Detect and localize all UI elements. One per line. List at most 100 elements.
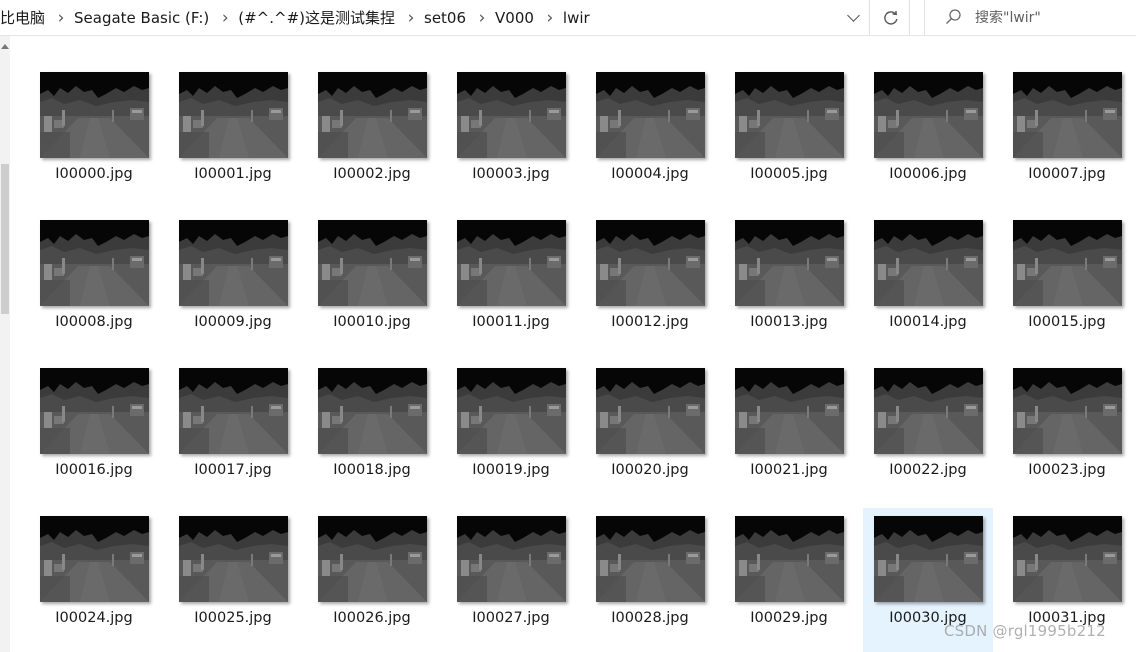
breadcrumb-drive[interactable]: Seagate Basic (F:): [71, 0, 212, 36]
file-thumbnail: [1013, 368, 1122, 454]
file-item[interactable]: I00012.jpg: [585, 212, 715, 358]
breadcrumb-this-pc[interactable]: 比电脑: [0, 0, 48, 36]
thermal-image-preview: [874, 516, 983, 602]
thermal-image-preview: [874, 72, 983, 158]
file-item[interactable]: I00017.jpg: [168, 360, 298, 506]
file-item[interactable]: I00025.jpg: [168, 508, 298, 652]
file-thumbnail: [874, 72, 983, 158]
file-item[interactable]: I00001.jpg: [168, 64, 298, 210]
thermal-image-preview: [735, 220, 844, 306]
address-bar[interactable]: 比电脑 Seagate Basic (F:) (#^.^#)这是测试集捏 set…: [0, 0, 870, 36]
file-name: I00017.jpg: [194, 462, 272, 478]
file-name: I00014.jpg: [889, 314, 967, 330]
breadcrumb-set06[interactable]: set06: [421, 0, 469, 36]
address-history-dropdown[interactable]: [836, 0, 870, 36]
file-item[interactable]: I00016.jpg: [29, 360, 159, 506]
file-item[interactable]: I00008.jpg: [29, 212, 159, 358]
file-name: I00008.jpg: [55, 314, 133, 330]
file-item[interactable]: I00022.jpg: [863, 360, 993, 506]
file-name: I00011.jpg: [472, 314, 550, 330]
file-item[interactable]: I00028.jpg: [585, 508, 715, 652]
thermal-image-preview: [318, 220, 427, 306]
thermal-image-preview: [457, 516, 566, 602]
file-thumbnail: [179, 220, 288, 306]
search-box[interactable]: [924, 0, 1136, 36]
file-item[interactable]: I00013.jpg: [724, 212, 854, 358]
file-item[interactable]: I00007.jpg: [1002, 64, 1132, 210]
thermal-image-preview: [179, 516, 288, 602]
file-item[interactable]: I00026.jpg: [307, 508, 437, 652]
file-thumbnail: [318, 368, 427, 454]
thermal-image-preview: [596, 72, 705, 158]
search-icon-wrap: [935, 0, 969, 36]
file-thumbnail: [874, 368, 983, 454]
refresh-button[interactable]: [872, 0, 910, 36]
breadcrumb-test-folder[interactable]: (#^.^#)这是测试集捏: [235, 0, 398, 36]
file-item[interactable]: I00024.jpg: [29, 508, 159, 652]
file-item[interactable]: I00000.jpg: [29, 64, 159, 210]
file-name: I00012.jpg: [611, 314, 689, 330]
file-name: I00018.jpg: [333, 462, 411, 478]
file-item[interactable]: I00006.jpg: [863, 64, 993, 210]
thermal-image-preview: [457, 72, 566, 158]
file-thumbnail: [596, 516, 705, 602]
file-thumbnail: [179, 368, 288, 454]
file-name: I00025.jpg: [194, 610, 272, 626]
thermal-image-preview: [179, 368, 288, 454]
file-thumbnail: [596, 220, 705, 306]
file-item[interactable]: I00005.jpg: [724, 64, 854, 210]
thermal-image-preview: [318, 72, 427, 158]
file-name: I00024.jpg: [55, 610, 133, 626]
file-item[interactable]: I00020.jpg: [585, 360, 715, 506]
breadcrumb-lwir[interactable]: lwir: [560, 0, 593, 36]
file-name: I00028.jpg: [611, 610, 689, 626]
file-item[interactable]: I00009.jpg: [168, 212, 298, 358]
file-name: I00005.jpg: [750, 166, 828, 182]
file-thumbnail: [874, 220, 983, 306]
file-thumbnail: [735, 368, 844, 454]
file-thumbnail: [40, 516, 149, 602]
thermal-image-preview: [1013, 220, 1122, 306]
watermark: CSDN @rgl1995b212: [944, 622, 1106, 640]
file-item[interactable]: I00019.jpg: [446, 360, 576, 506]
file-name: I00000.jpg: [55, 166, 133, 182]
file-thumbnail: [1013, 516, 1122, 602]
file-thumbnail: [735, 220, 844, 306]
breadcrumb-v000[interactable]: V000: [492, 0, 537, 36]
file-name: I00023.jpg: [1028, 462, 1106, 478]
thermal-image-preview: [1013, 516, 1122, 602]
file-item[interactable]: I00018.jpg: [307, 360, 437, 506]
thermal-image-preview: [40, 72, 149, 158]
file-item[interactable]: I00015.jpg: [1002, 212, 1132, 358]
file-item[interactable]: I00010.jpg: [307, 212, 437, 358]
file-item[interactable]: I00021.jpg: [724, 360, 854, 506]
file-item[interactable]: I00003.jpg: [446, 64, 576, 210]
file-name: I00004.jpg: [611, 166, 689, 182]
file-item[interactable]: I00027.jpg: [446, 508, 576, 652]
file-item[interactable]: I00002.jpg: [307, 64, 437, 210]
file-name: I00021.jpg: [750, 462, 828, 478]
file-thumbnail: [457, 516, 566, 602]
file-thumbnail: [596, 368, 705, 454]
file-item[interactable]: I00029.jpg: [724, 508, 854, 652]
thermal-image-preview: [318, 368, 427, 454]
file-thumbnail: [1013, 72, 1122, 158]
breadcrumb: 比电脑 Seagate Basic (F:) (#^.^#)这是测试集捏 set…: [0, 0, 593, 36]
file-name: I00020.jpg: [611, 462, 689, 478]
file-thumbnail: [1013, 220, 1122, 306]
file-item[interactable]: I00011.jpg: [446, 212, 576, 358]
file-item[interactable]: I00014.jpg: [863, 212, 993, 358]
file-name: I00003.jpg: [472, 166, 550, 182]
file-item[interactable]: I00004.jpg: [585, 64, 715, 210]
file-thumbnail: [40, 72, 149, 158]
thermal-image-preview: [596, 516, 705, 602]
file-thumbnail: [40, 220, 149, 306]
thermal-image-preview: [318, 516, 427, 602]
file-name: I00007.jpg: [1028, 166, 1106, 182]
file-item[interactable]: I00023.jpg: [1002, 360, 1132, 506]
file-thumbnail: [318, 72, 427, 158]
thermal-image-preview: [596, 368, 705, 454]
file-name: I00027.jpg: [472, 610, 550, 626]
file-thumbnail: [874, 516, 983, 602]
search-input[interactable]: [975, 10, 1125, 26]
